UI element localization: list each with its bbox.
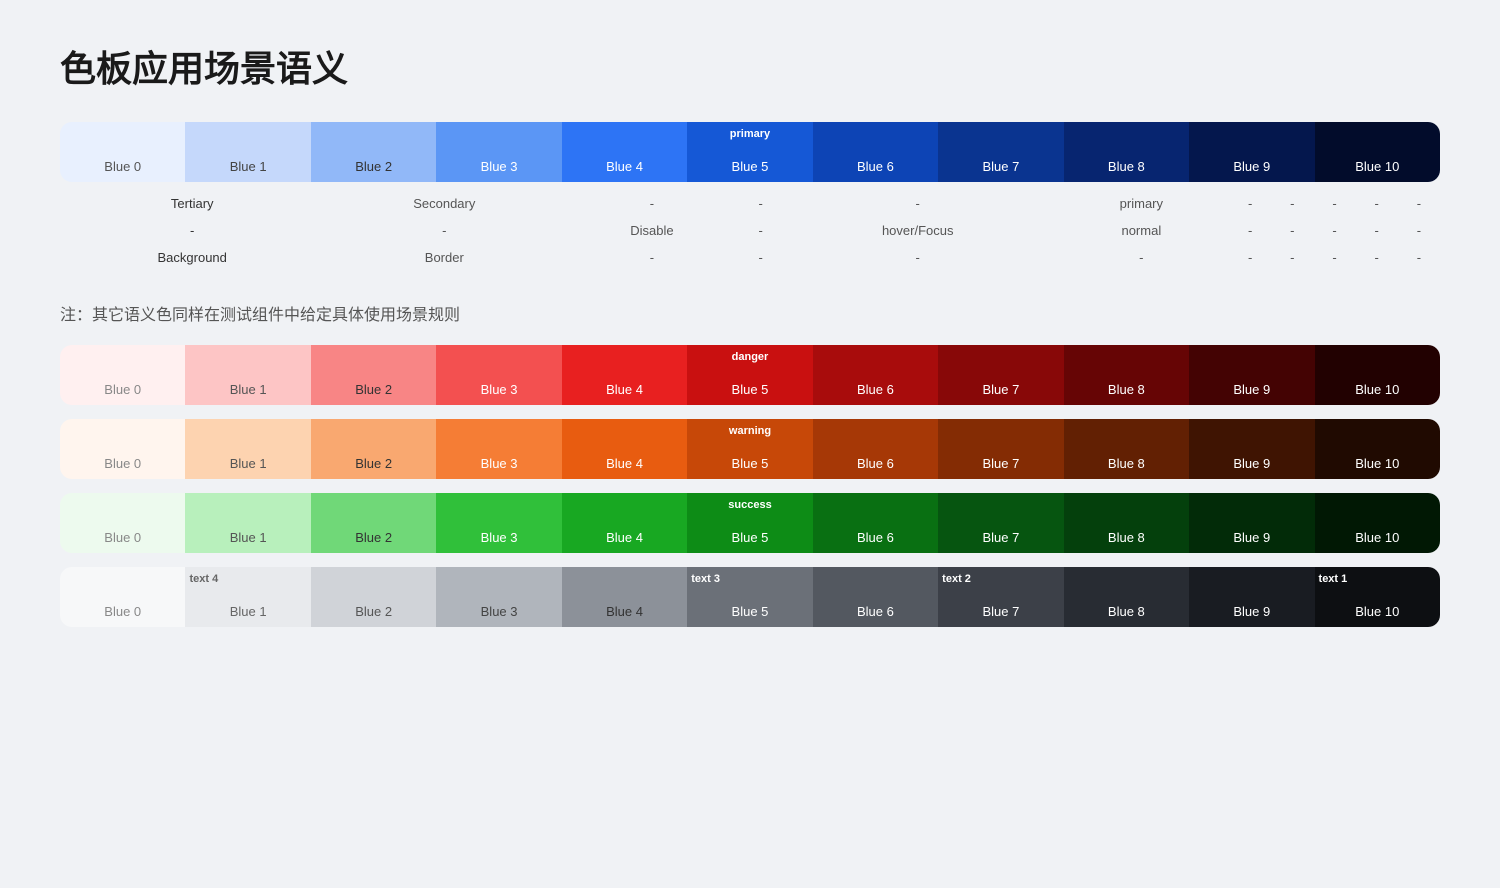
success-strip-cell-6: Blue 6 — [813, 493, 938, 553]
semantics-cell-1-2: Disable — [564, 217, 739, 244]
warning-strip-cell-0: Blue 0 — [60, 419, 185, 479]
gray-strip-cell-4: Blue 4 — [562, 567, 687, 627]
blue-cell-7: Blue 7 — [938, 122, 1063, 182]
semantics-row-0: TertiarySecondary---primary----- — [60, 190, 1440, 217]
semantics-cell-0-1: Secondary — [324, 190, 564, 217]
success-strip-cell-10: Blue 10 — [1315, 493, 1440, 553]
warning-strip-cell-6: Blue 6 — [813, 419, 938, 479]
semantics-cell-0-9: - — [1356, 190, 1398, 217]
blue-cell-8: Blue 8 — [1064, 122, 1189, 182]
semantics-cell-2-2: - — [564, 244, 739, 271]
semantics-cell-1-7: - — [1271, 217, 1313, 244]
gray-strip-cell-9: Blue 9 — [1189, 567, 1314, 627]
danger-strip-cell-10: Blue 10 — [1315, 345, 1440, 405]
blue-cell-9: Blue 9 — [1189, 122, 1314, 182]
success-strip-cell-3: Blue 3 — [436, 493, 561, 553]
gray-strip-cell-3: Blue 3 — [436, 567, 561, 627]
danger-strip-cell-1: Blue 1 — [185, 345, 310, 405]
blue-cell-1: Blue 1 — [185, 122, 310, 182]
semantics-cell-1-8: - — [1313, 217, 1355, 244]
blue-cell-3: Blue 3 — [436, 122, 561, 182]
semantics-cell-0-7: - — [1271, 190, 1313, 217]
warning-strip-cell-9: Blue 9 — [1189, 419, 1314, 479]
danger-strip-cell-3: Blue 3 — [436, 345, 561, 405]
gray-strip-section: Blue 0text 4Blue 1Blue 2Blue 3Blue 4text… — [60, 567, 1440, 627]
semantics-cell-1-3: - — [740, 217, 782, 244]
danger-strip-cell-9: Blue 9 — [1189, 345, 1314, 405]
success-strip-cell-9: Blue 9 — [1189, 493, 1314, 553]
danger-strip-cell-6: Blue 6 — [813, 345, 938, 405]
danger-strip-cell-7: Blue 7 — [938, 345, 1063, 405]
gray-strip-cell-5: text 3Blue 5 — [687, 567, 812, 627]
blue-cell-10: Blue 10 — [1315, 122, 1440, 182]
semantics-cell-0-8: - — [1313, 190, 1355, 217]
note: 注：其它语义色同样在测试组件中给定具体使用场景规则 — [60, 301, 1440, 325]
warning-strip-cell-2: Blue 2 — [311, 419, 436, 479]
blue-cell-5: primaryBlue 5 — [687, 122, 812, 182]
blue-cell-2: Blue 2 — [311, 122, 436, 182]
semantics-cell-2-7: - — [1271, 244, 1313, 271]
semantics-cell-2-3: - — [740, 244, 782, 271]
semantics-cell-2-0: Background — [60, 244, 324, 271]
gray-strip-cell-0: Blue 0 — [60, 567, 185, 627]
semantics-table: TertiarySecondary---primary-------Disabl… — [60, 190, 1440, 271]
semantics-cell-2-4: - — [782, 244, 1054, 271]
warning-strip-cell-8: Blue 8 — [1064, 419, 1189, 479]
semantics-cell-0-10: - — [1398, 190, 1440, 217]
blue-color-strip: Blue 0Blue 1Blue 2Blue 3Blue 4primaryBlu… — [60, 122, 1440, 182]
danger-strip-cell-5: dangerBlue 5 — [687, 345, 812, 405]
danger-strip-cell-2: Blue 2 — [311, 345, 436, 405]
semantics-cell-1-10: - — [1398, 217, 1440, 244]
warning-strip-cell-3: Blue 3 — [436, 419, 561, 479]
semantics-cell-2-8: - — [1313, 244, 1355, 271]
semantics-cell-1-6: - — [1229, 217, 1271, 244]
gray-strip-cell-2: Blue 2 — [311, 567, 436, 627]
semantics-cell-0-0: Tertiary — [60, 190, 324, 217]
blue-cell-0: Blue 0 — [60, 122, 185, 182]
success-strip-cell-2: Blue 2 — [311, 493, 436, 553]
semantics-row-2: BackgroundBorder--------- — [60, 244, 1440, 271]
semantics-cell-1-1: - — [324, 217, 564, 244]
warning-strip-cell-1: Blue 1 — [185, 419, 310, 479]
success-strip-cell-7: Blue 7 — [938, 493, 1063, 553]
semantics-cell-2-9: - — [1356, 244, 1398, 271]
warning-strip-cell-7: Blue 7 — [938, 419, 1063, 479]
warning-strip-section: Blue 0Blue 1Blue 2Blue 3Blue 4warningBlu… — [60, 419, 1440, 479]
semantics-cell-1-9: - — [1356, 217, 1398, 244]
danger-strip-cell-0: Blue 0 — [60, 345, 185, 405]
semantics-cell-0-2: - — [564, 190, 739, 217]
blue-cell-4: Blue 4 — [562, 122, 687, 182]
gray-strip-cell-10: text 1Blue 10 — [1315, 567, 1440, 627]
gray-strip-cell-7: text 2Blue 7 — [938, 567, 1063, 627]
semantics-cell-0-3: - — [740, 190, 782, 217]
danger-strip-section: Blue 0Blue 1Blue 2Blue 3Blue 4dangerBlue… — [60, 345, 1440, 405]
blue-cell-6: Blue 6 — [813, 122, 938, 182]
semantics-cell-2-5: - — [1054, 244, 1229, 271]
gray-strip-cell-8: Blue 8 — [1064, 567, 1189, 627]
semantics-cell-1-0: - — [60, 217, 324, 244]
semantics-cell-2-1: Border — [324, 244, 564, 271]
danger-strip-cell-8: Blue 8 — [1064, 345, 1189, 405]
semantics-cell-0-5: primary — [1054, 190, 1229, 217]
warning-strip-cell-4: Blue 4 — [562, 419, 687, 479]
danger-strip-cell-4: Blue 4 — [562, 345, 687, 405]
semantics-cell-2-10: - — [1398, 244, 1440, 271]
success-strip-cell-8: Blue 8 — [1064, 493, 1189, 553]
success-strip-cell-1: Blue 1 — [185, 493, 310, 553]
success-strip-cell-5: successBlue 5 — [687, 493, 812, 553]
semantics-cell-0-6: - — [1229, 190, 1271, 217]
semantics-row-1: --Disable-hover/Focusnormal----- — [60, 217, 1440, 244]
gray-strip-cell-1: text 4Blue 1 — [185, 567, 310, 627]
semantics-cell-1-5: normal — [1054, 217, 1229, 244]
semantics-cell-0-4: - — [782, 190, 1054, 217]
warning-strip-cell-5: warningBlue 5 — [687, 419, 812, 479]
semantics-cell-2-6: - — [1229, 244, 1271, 271]
success-strip-cell-0: Blue 0 — [60, 493, 185, 553]
success-strip-cell-4: Blue 4 — [562, 493, 687, 553]
success-strip-section: Blue 0Blue 1Blue 2Blue 3Blue 4successBlu… — [60, 493, 1440, 553]
warning-strip-cell-10: Blue 10 — [1315, 419, 1440, 479]
semantics-cell-1-4: hover/Focus — [782, 217, 1054, 244]
page-title: 色板应用场景语义 — [60, 40, 1440, 92]
gray-strip-cell-6: Blue 6 — [813, 567, 938, 627]
